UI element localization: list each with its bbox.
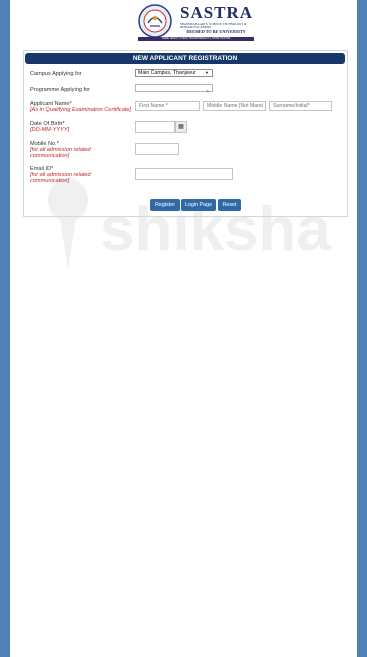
login-page-button[interactable]: Login Page (181, 199, 216, 211)
middle-name-input[interactable] (203, 101, 266, 111)
mobile-note: [for all admission related communication… (30, 147, 91, 159)
name-note: [As in Qualifying Examination Certificat… (30, 107, 132, 113)
first-name-input[interactable] (135, 101, 200, 111)
sastra-logo: SASTRA SHANMUGHA ARTS, SCIENCE, TECHNOLO… (138, 3, 254, 41)
chevron-down-icon: ↘ (205, 88, 209, 93)
email-note: [for all admission related communication… (30, 172, 91, 184)
campus-value: Main Campus, Thanjavur (138, 70, 196, 76)
registration-form: NEW APPLICANT REGISTRATION Campus Applyi… (23, 50, 348, 217)
calendar-icon[interactable]: ▦ (175, 121, 187, 133)
reset-button[interactable]: Reset (218, 199, 241, 211)
logo-name: SASTRA (180, 3, 254, 22)
university-seal-icon (138, 4, 172, 38)
dob-input[interactable] (135, 121, 175, 133)
dob-note: [DD-MM-YYYY] (30, 127, 70, 133)
register-button[interactable]: Register (150, 199, 180, 211)
chevron-down-icon: ▼ (205, 70, 209, 75)
logo-deemed: DEEMED TO BE UNIVERSITY (186, 29, 246, 34)
campus-label: Campus Applying for (30, 71, 82, 77)
mobile-input[interactable] (135, 143, 179, 155)
form-title: NEW APPLICANT REGISTRATION (25, 53, 345, 64)
logo-motto: THINK MERIT | THINK TRANSPARENCY | THINK… (138, 37, 254, 41)
programme-label: Programme Applying for (30, 87, 91, 93)
page-content: SASTRA SHANMUGHA ARTS, SCIENCE, TECHNOLO… (10, 0, 357, 657)
programme-select[interactable]: ↘ (135, 84, 213, 93)
surname-input[interactable] (269, 101, 332, 111)
campus-select[interactable]: Main Campus, Thanjavur ▼ (135, 69, 213, 77)
email-input[interactable] (135, 168, 233, 180)
